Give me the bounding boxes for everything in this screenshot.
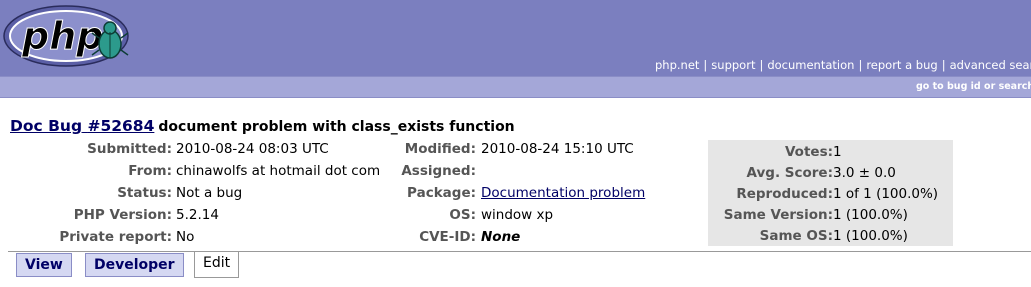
reproduced-value: 1 of 1 (100.0%): [833, 186, 939, 202]
tab-developer[interactable]: Developer: [85, 253, 184, 277]
private-report-value: No: [176, 229, 195, 245]
bug-id-link[interactable]: Doc Bug #52684: [10, 117, 154, 135]
tab-divider: [8, 251, 1031, 252]
from-value: chinawolfs at hotmail dot com: [176, 163, 381, 179]
same-os-label: Same OS:: [759, 228, 833, 244]
site-header: php php.net | support | documentation | report…: [0, 0, 1031, 76]
tab-edit[interactable]: Edit: [194, 252, 240, 278]
package-label: Package:: [407, 185, 476, 201]
search-bar: go to bug id or search bugs for: [0, 76, 1031, 98]
same-os-value: 1 (100.0%): [833, 228, 908, 244]
os-label: OS:: [449, 207, 476, 223]
same-version-label: Same Version:: [723, 207, 833, 223]
nav-documentation[interactable]: documentation: [767, 58, 854, 72]
nav-separator: |: [858, 58, 863, 72]
bug-title: Doc Bug #52684 document problem with clas…: [10, 117, 515, 135]
status-label: Status:: [117, 185, 172, 201]
submitted-value: 2010-08-24 08:03 UTC: [176, 141, 329, 157]
cve-id-label: CVE-ID:: [419, 229, 476, 245]
php-logo-text: php: [21, 14, 103, 58]
same-version-value: 1 (100.0%): [833, 207, 908, 223]
bug-summary: document problem with class_exists funct…: [158, 119, 515, 135]
bug-number: #52684: [87, 117, 155, 135]
nav-separator: |: [941, 58, 946, 72]
from-label: From:: [128, 163, 172, 179]
nav-support[interactable]: support: [711, 58, 755, 72]
top-navigation: php.net | support | documentation | report a b…: [655, 58, 1031, 72]
nav-separator: |: [703, 58, 708, 72]
avg-score-value: 3.0 ± 0.0: [833, 165, 896, 181]
package-link[interactable]: Documentation problem: [481, 185, 645, 201]
submitted-label: Submitted:: [87, 141, 172, 157]
modified-value: 2010-08-24 15:10 UTC: [481, 141, 634, 157]
status-value: Not a bug: [176, 185, 243, 201]
os-value: window xp: [481, 207, 554, 223]
tab-view[interactable]: View: [16, 253, 72, 277]
nav-php-net[interactable]: php.net: [655, 58, 699, 72]
php-version-value: 5.2.14: [176, 207, 219, 223]
php-logo[interactable]: php: [2, 0, 132, 72]
private-report-label: Private report:: [59, 229, 172, 245]
php-version-label: PHP Version:: [73, 207, 172, 223]
assigned-label: Assigned:: [401, 163, 476, 179]
nav-report-bug[interactable]: report a bug: [866, 58, 937, 72]
cve-id-value: None: [481, 229, 521, 245]
votes-panel: Votes: 1 Avg. Score: 3.0 ± 0.0 Reproduce…: [708, 140, 953, 246]
nav-separator: |: [759, 58, 764, 72]
votes-value: 1: [833, 144, 842, 160]
goto-bug-label: go to bug id or search bugs for: [916, 81, 1031, 92]
modified-label: Modified:: [404, 141, 476, 157]
reproduced-label: Reproduced:: [736, 186, 833, 202]
bug-type-label: Doc Bug: [10, 117, 83, 135]
nav-advanced-search[interactable]: advanced search: [950, 58, 1031, 72]
avg-score-label: Avg. Score:: [746, 165, 833, 181]
votes-label: Votes:: [784, 144, 833, 160]
